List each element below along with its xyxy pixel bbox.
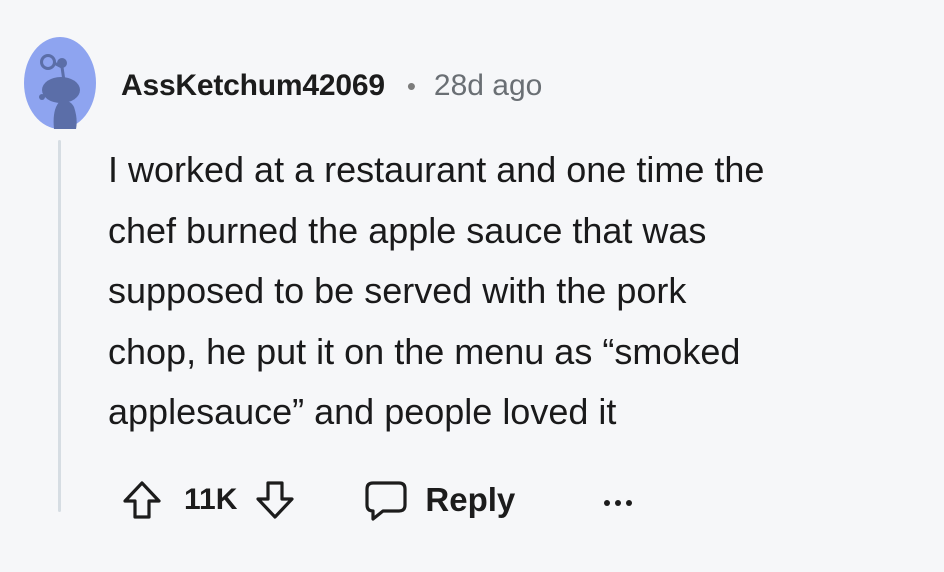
comment-line: I worked at a restaurant and one time th…: [108, 149, 765, 190]
downvote-arrow-icon[interactable]: [253, 478, 297, 522]
ellipsis-icon: [603, 495, 633, 506]
comment-line: applesauce” and people loved it: [108, 391, 617, 432]
comment-actions: 11K Reply: [120, 472, 633, 528]
comment-line: supposed to be served with the pork: [108, 270, 687, 311]
comment-line: chop, he put it on the menu as “smoked: [108, 330, 741, 372]
reply-label: Reply: [425, 481, 516, 518]
comment-line: chef burned the apple sauce that was: [108, 209, 707, 251]
more-options-button[interactable]: [603, 485, 633, 515]
username[interactable]: AssKetchum42069: [121, 69, 385, 103]
avatar[interactable]: [24, 37, 96, 129]
upvote-arrow-icon[interactable]: [120, 478, 164, 522]
thread-line[interactable]: [58, 140, 61, 512]
separator-dot: •: [406, 70, 416, 101]
timestamp[interactable]: 28d ago: [434, 69, 542, 103]
comment-body: I worked at a restaurant and one time th…: [108, 140, 928, 443]
speech-bubble-icon: [363, 477, 409, 523]
reply-button[interactable]: Reply: [363, 477, 515, 523]
vote-score: 11K: [184, 483, 238, 516]
snoo-avatar-icon: [24, 37, 96, 129]
comment: AssKetchum42069 • 28d ago I worked at a …: [0, 0, 944, 572]
comment-header: AssKetchum42069 • 28d ago: [121, 62, 542, 110]
